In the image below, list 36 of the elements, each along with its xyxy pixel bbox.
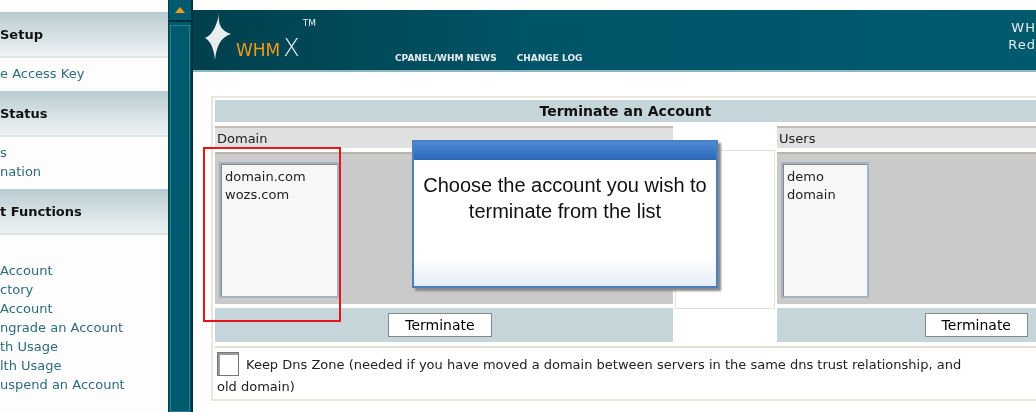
sidebar-link[interactable]: e Access Key [0, 64, 168, 83]
section-heading: Setup [0, 12, 168, 58]
trademark: TM [302, 17, 316, 28]
sidebar-link[interactable]: uspend an Account [0, 375, 168, 394]
section-heading: Status [0, 91, 168, 137]
sidebar-link[interactable]: lth Usage [0, 356, 168, 375]
header-text: WH [1011, 19, 1036, 36]
terminate-button[interactable]: Terminate [924, 313, 1028, 337]
list-option[interactable]: demo [787, 168, 863, 186]
header-text: Red [1008, 36, 1036, 53]
checkbox-label: old domain) [217, 379, 295, 394]
panel-title: Terminate an Account [215, 100, 1036, 122]
nav-link[interactable]: CHANGE LOG [516, 53, 583, 63]
sidebar-link[interactable]: ngrade an Account [0, 318, 168, 337]
list-option[interactable]: domain [787, 186, 863, 204]
sidebar-link[interactable]: s [0, 143, 168, 162]
up-arrow-icon[interactable] [175, 7, 185, 13]
list-box[interactable]: demo domain [781, 162, 869, 298]
column-heading: Users [777, 126, 1036, 148]
list-option[interactable]: domain.com [225, 168, 333, 186]
logo-brand: WHM [236, 40, 281, 60]
logo-mark: X [283, 36, 300, 60]
list-box[interactable]: domain.com wozs.com [219, 162, 339, 298]
nav-link[interactable]: CPANEL/WHM NEWS [395, 53, 497, 63]
sidebar-link[interactable]: nation [0, 162, 168, 181]
terminate-button[interactable]: Terminate [388, 313, 492, 337]
section-heading: t Functions [0, 189, 168, 235]
sidebar-link[interactable]: th Usage [0, 337, 168, 356]
sidebar-link[interactable]: Account [0, 261, 168, 280]
sidebar-link[interactable]: Account [0, 299, 168, 318]
checkbox-label: Keep Dns Zone (needed if you have moved a domain between servers in the same dns trust relationship, and [246, 356, 962, 372]
list-option[interactable]: wozs.com [225, 186, 333, 204]
checkbox[interactable] [217, 352, 239, 376]
sidebar-link[interactable]: ctory [0, 280, 168, 299]
scrollbar[interactable] [168, 0, 193, 412]
callout-text: Choose the account you wish to terminate from the list [422, 173, 708, 224]
